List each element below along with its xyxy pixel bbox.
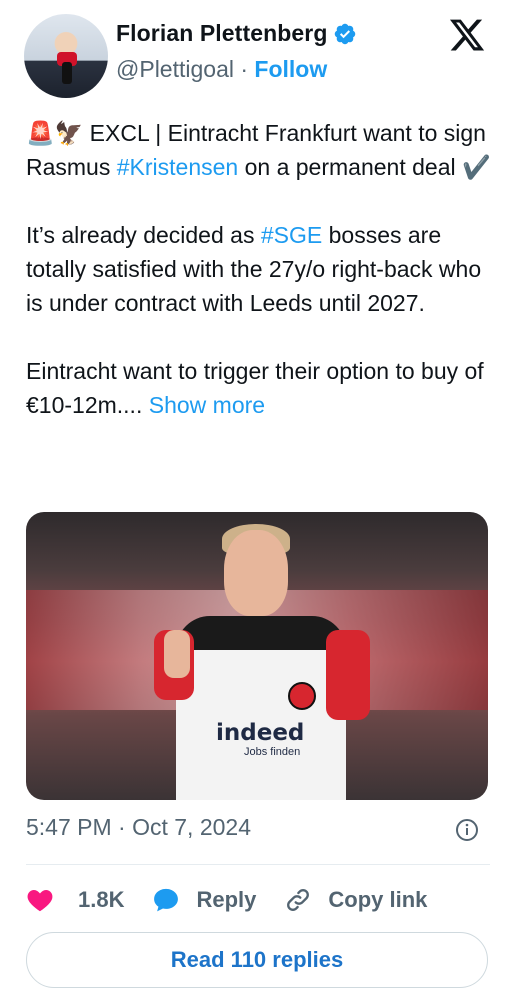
author-handle-row: @Plettigoal · Follow bbox=[116, 56, 327, 83]
read-replies-label: Read 110 replies bbox=[170, 947, 344, 972]
microphone-handle bbox=[62, 62, 72, 84]
author-handle[interactable]: @Plettigoal bbox=[116, 56, 234, 82]
info-icon[interactable] bbox=[455, 818, 479, 842]
like-count: 1.8K bbox=[78, 887, 125, 912]
follow-button[interactable]: Follow bbox=[254, 56, 327, 82]
shirt-sponsor-text: indeed bbox=[216, 720, 305, 746]
tweet-text-segment: It’s already decided as bbox=[26, 222, 261, 248]
copy-link-label: Copy link bbox=[328, 887, 428, 912]
divider bbox=[26, 864, 490, 865]
tweet-text: 🚨🦅 EXCL | Eintracht Frankfurt want to si… bbox=[26, 116, 496, 422]
tweet-paragraph-3: Eintracht want to trigger their option t… bbox=[26, 354, 496, 422]
verified-badge-icon bbox=[335, 23, 356, 44]
author-name-row: Florian Plettenberg bbox=[116, 20, 357, 47]
tweet-paragraph-2: It’s already decided as #SGE bosses are … bbox=[26, 218, 496, 320]
club-crest-icon bbox=[288, 682, 316, 710]
like-button[interactable]: 1.8K bbox=[26, 886, 124, 914]
reply-label: Reply bbox=[196, 887, 257, 912]
show-more-link[interactable]: Show more bbox=[149, 392, 265, 418]
thumbs-up-hand bbox=[164, 630, 190, 678]
player-shirt-collar bbox=[176, 616, 346, 650]
tweet-text-segment: on a permanent deal ✔️ bbox=[238, 154, 491, 180]
handle-separator: · bbox=[240, 56, 249, 82]
player-face bbox=[224, 530, 288, 616]
heart-icon bbox=[27, 889, 53, 912]
author-display-name[interactable]: Florian Plettenberg bbox=[116, 20, 327, 47]
tweet-header: Florian Plettenberg @Plettigoal · Follow bbox=[24, 14, 494, 100]
shirt-sponsor-subtext: Jobs finden bbox=[244, 746, 301, 758]
author-avatar[interactable] bbox=[24, 14, 108, 98]
link-icon bbox=[287, 889, 310, 911]
copy-link-button[interactable]: Copy link bbox=[284, 886, 427, 914]
reply-button[interactable]: Reply bbox=[152, 886, 256, 914]
player-sleeve bbox=[326, 630, 370, 720]
x-logo-icon[interactable] bbox=[448, 16, 486, 54]
tweet-actions: 1.8K Reply Copy link bbox=[26, 880, 490, 920]
tweet-timestamp[interactable]: 5:47 PM · Oct 7, 2024 bbox=[26, 814, 251, 841]
tweet-media-image[interactable]: indeed Jobs finden bbox=[26, 512, 488, 800]
hashtag-kristensen[interactable]: #Kristensen bbox=[117, 154, 238, 180]
reply-bubble-icon bbox=[154, 888, 179, 912]
read-replies-button[interactable]: Read 110 replies bbox=[26, 932, 488, 988]
tweet-paragraph-1: 🚨🦅 EXCL | Eintracht Frankfurt want to si… bbox=[26, 116, 496, 184]
hashtag-sge[interactable]: #SGE bbox=[261, 222, 322, 248]
